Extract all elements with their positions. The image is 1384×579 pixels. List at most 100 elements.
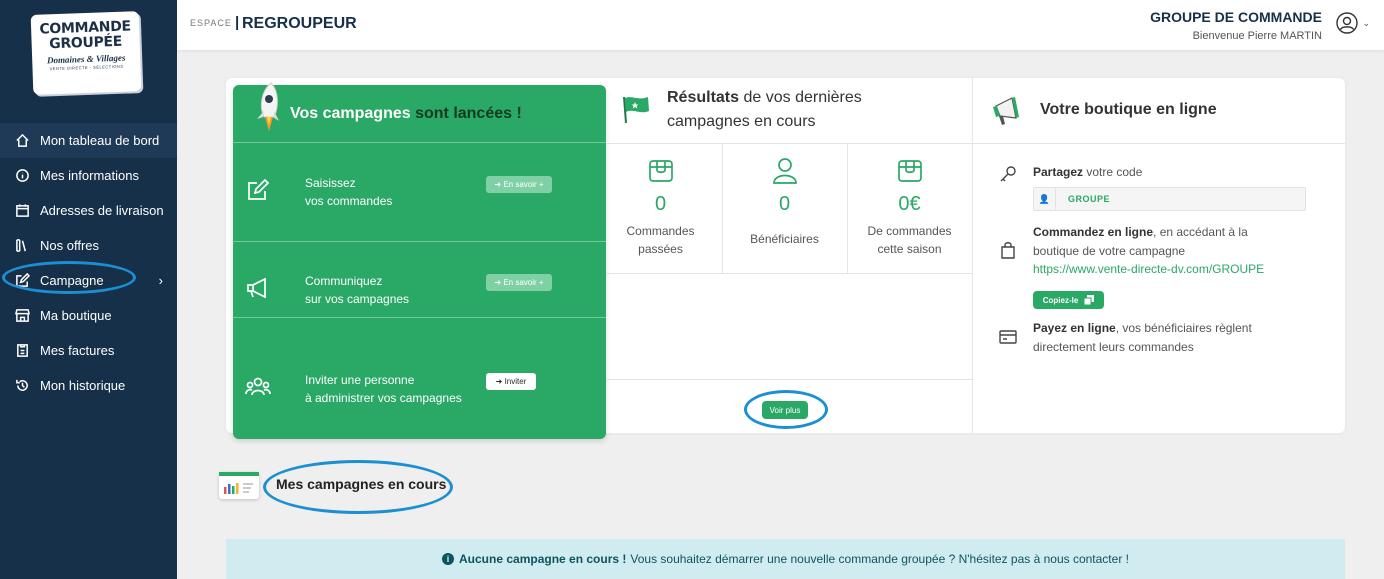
highlight-oval-voir-plus xyxy=(744,390,828,429)
user-account-icon[interactable] xyxy=(1336,12,1358,34)
panel-title-light: Vos campagnes xyxy=(290,105,411,122)
order-line2: boutique de votre campagne xyxy=(1033,244,1186,258)
stat-value: 0 xyxy=(778,193,791,215)
divider xyxy=(606,379,973,380)
no-campaign-alert: i Aucune campagne en cours ! Vous souhai… xyxy=(226,539,1345,579)
order-bold: Commandez en ligne xyxy=(1033,225,1154,239)
edit-square-icon xyxy=(245,177,271,203)
history-icon xyxy=(12,378,32,393)
brand-logo[interactable]: COMMANDE GROUPÉE Domaines & Villages VEN… xyxy=(30,11,142,95)
row-line1: Inviter une personne xyxy=(305,373,415,387)
pay-line2: directement leurs commandes xyxy=(1033,340,1194,354)
alert-text: Vous souhaitez démarrer une nouvelle com… xyxy=(630,552,1129,566)
row-text: Saisissez vos commandes xyxy=(305,174,392,210)
row-line2: à administrer vos campagnes xyxy=(305,391,462,405)
megaphone-icon xyxy=(993,97,1019,125)
sidebar-item-label: Ma boutique xyxy=(40,308,112,323)
sidebar-item-adresses[interactable]: Adresses de livraison xyxy=(0,193,177,228)
alert-bold: Aucune campagne en cours ! xyxy=(459,552,627,566)
inviter-button[interactable]: ➜ Inviter xyxy=(486,373,536,390)
panel-title-dark: sont lancées ! xyxy=(415,105,522,122)
welcome-text: Bienvenue Pierre MARTIN xyxy=(1192,30,1322,42)
row-text: Communiquez sur vos campagnes xyxy=(305,272,409,308)
stat-label-line1: Bénéficiaires xyxy=(750,232,819,246)
sidebar-item-boutique[interactable]: Ma boutique xyxy=(0,298,177,333)
header-section: REGROUPEUR xyxy=(242,15,357,32)
chevron-right-icon: › xyxy=(158,273,163,288)
stat-value: 0 xyxy=(654,193,667,215)
copy-link-button[interactable]: Copiez-le xyxy=(1033,291,1104,309)
row-line2: sur vos campagnes xyxy=(305,292,410,306)
stat-label: De commandes cette saison xyxy=(848,222,971,258)
sidebar-item-label: Mes informations xyxy=(40,168,139,183)
share-rest: votre code xyxy=(1086,165,1143,179)
sidebar-item-factures[interactable]: Mes factures xyxy=(0,333,177,368)
shopping-bag-icon xyxy=(998,240,1018,260)
key-icon xyxy=(998,164,1018,184)
en-savoir-plus-button[interactable]: ➜ En savoir + xyxy=(486,176,552,193)
sidebar-item-label: Mon tableau de bord xyxy=(40,133,160,148)
credit-card-icon xyxy=(998,327,1018,347)
sidebar-item-label: Nos offres xyxy=(40,238,100,253)
row-line1: Saisissez xyxy=(305,176,356,190)
stat-beneficiaires: 0 Bénéficiaires xyxy=(723,155,846,248)
stat-value: 0€ xyxy=(898,193,921,215)
results-title: Résultats de vos dernières campagnes en … xyxy=(667,86,947,134)
boutique-title: Votre boutique en ligne xyxy=(1040,101,1217,118)
pay-rest: , vos bénéficiaires règlent xyxy=(1115,321,1252,335)
en-savoir-plus-button[interactable]: ➜ En savoir + xyxy=(486,274,552,291)
order-rest: , en accédant à la xyxy=(1153,225,1248,239)
stat-label: Bénéficiaires xyxy=(723,230,846,248)
users-icon xyxy=(245,374,271,400)
highlight-oval-campagne xyxy=(2,261,136,294)
panel-row-communiquez: Communiquez sur vos campagnes ➜ En savoi… xyxy=(233,219,606,318)
row-text: Inviter une personne à administrer vos c… xyxy=(305,371,462,407)
boutique-link[interactable]: https://www.vente-directe-dv.com/GROUPE xyxy=(1033,262,1264,276)
stat-label: Commandes passées xyxy=(599,222,722,258)
share-code-text: Partagez votre code xyxy=(1033,163,1142,182)
group-name: GROUPE DE COMMANDE xyxy=(1150,9,1322,25)
panel-header: Vos campagnes sont lancées ! xyxy=(233,82,606,143)
sidebar-item-tableau-de-bord[interactable]: Mon tableau de bord xyxy=(0,123,177,158)
copy-icon xyxy=(1084,295,1095,305)
divider xyxy=(606,143,973,144)
campaigns-chart-icon xyxy=(219,472,259,499)
box-icon xyxy=(895,155,925,185)
sidebar-item-informations[interactable]: Mes informations xyxy=(0,158,177,193)
sidebar-item-historique[interactable]: Mon historique xyxy=(0,368,177,403)
header-separator: | xyxy=(235,14,240,31)
sidebar-item-label: Adresses de livraison xyxy=(40,203,164,218)
chevron-down-icon[interactable]: ⌄ xyxy=(1362,18,1370,29)
info-circle-icon: i xyxy=(442,553,455,565)
divider xyxy=(973,143,1345,144)
sidebar-item-label: Mes factures xyxy=(40,343,115,358)
panel-title: Vos campagnes sont lancées ! xyxy=(290,105,522,123)
home-icon xyxy=(12,133,32,148)
share-bold: Partagez xyxy=(1033,165,1084,179)
sidebar-item-offres[interactable]: Nos offres xyxy=(0,228,177,263)
box-icon xyxy=(646,155,676,185)
campaigns-launched-panel: Vos campagnes sont lancées ! Saisissez v… xyxy=(233,82,606,439)
rocket-icon xyxy=(257,82,279,131)
stat-label-line2: passées xyxy=(638,242,683,256)
info-icon xyxy=(12,168,32,183)
megaphone-icon xyxy=(245,275,271,301)
stat-saison: 0€ De commandes cette saison xyxy=(848,155,971,258)
person-icon xyxy=(770,155,800,185)
books-icon xyxy=(12,238,32,253)
copy-label: Copiez-le xyxy=(1042,295,1079,305)
store-icon xyxy=(12,308,32,323)
code-field[interactable]: 👤 GROUPE xyxy=(1033,187,1306,211)
header-espace: ESPACE xyxy=(190,18,232,28)
panel-row-inviter: Inviter une personne à administrer vos c… xyxy=(233,318,606,417)
flag-icon xyxy=(623,96,649,124)
stat-label-line1: De commandes xyxy=(867,224,952,238)
stat-commandes: 0 Commandes passées xyxy=(599,155,722,258)
pay-bold: Payez en ligne xyxy=(1033,321,1116,335)
stat-label-line1: Commandes xyxy=(626,224,695,238)
pay-online-text: Payez en ligne, vos bénéficiaires règlen… xyxy=(1033,319,1252,357)
invoice-icon xyxy=(12,343,32,358)
calendar-icon xyxy=(12,203,32,218)
order-online-text: Commandez en ligne, en accédant à la bou… xyxy=(1033,223,1248,261)
top-header: ESPACE | REGROUPEUR GROUPE DE COMMANDE B… xyxy=(177,0,1384,50)
